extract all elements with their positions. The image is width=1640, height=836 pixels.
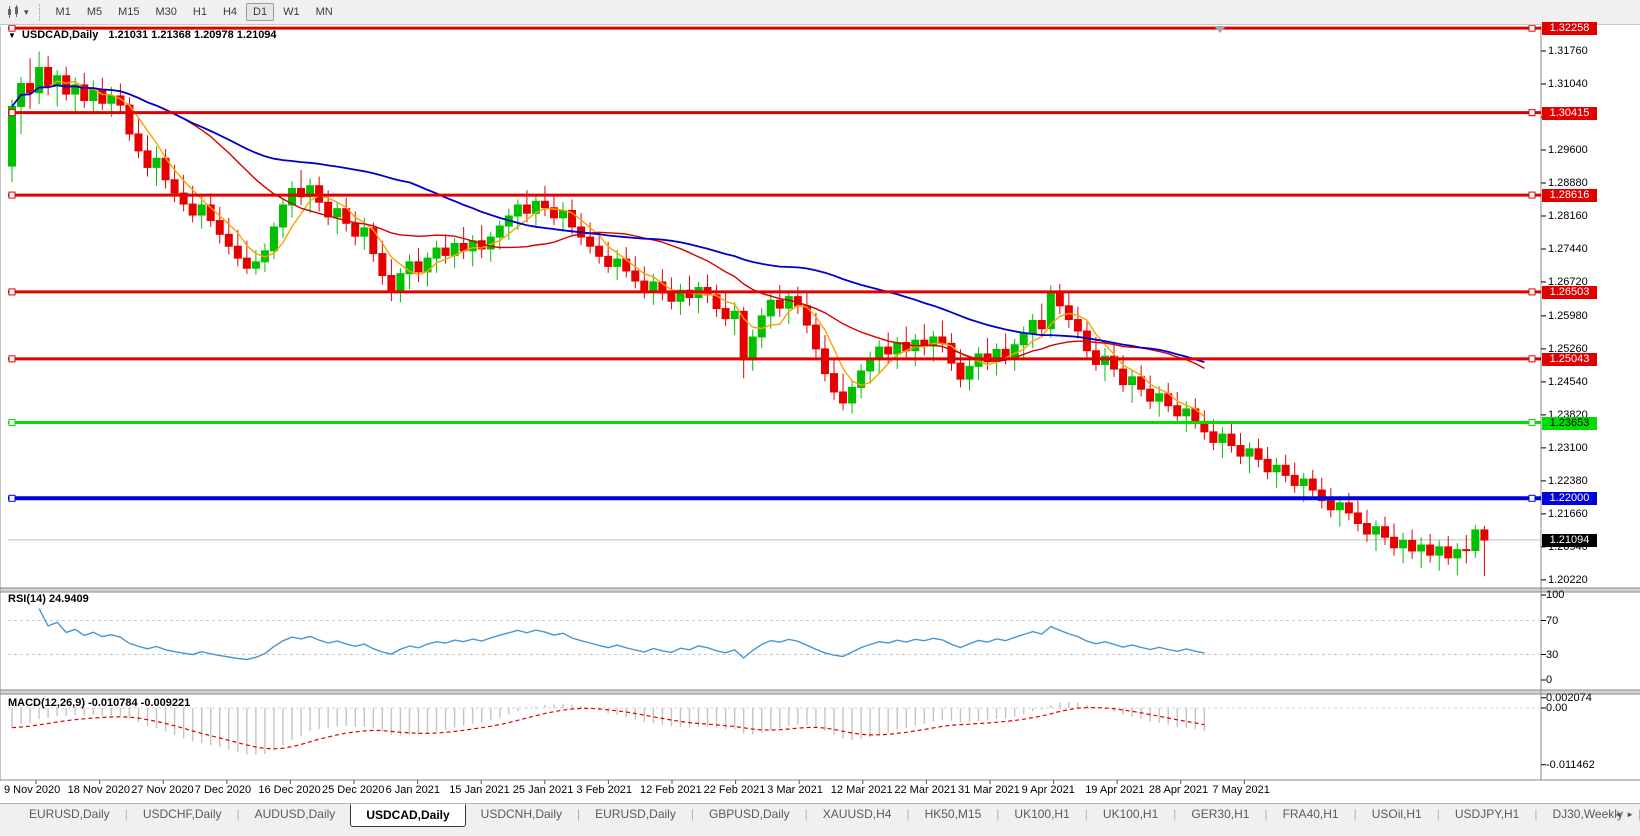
price-badge-level: 1.30415	[1542, 106, 1597, 120]
price-tick-label: 1.24540	[1548, 375, 1588, 388]
chart-tab-usdcnh-daily[interactable]: USDCNH,Daily	[466, 804, 577, 825]
timeframe-button-W1[interactable]: W1	[276, 3, 307, 21]
date-tick-label: 6 Jan 2021	[385, 784, 441, 796]
date-tick-label: 15 Jan 2021	[449, 784, 510, 796]
rsi-axis-label: 100	[1546, 589, 1565, 601]
price-tick-label: 1.25980	[1548, 309, 1588, 322]
timeframe-button-M30[interactable]: M30	[149, 3, 184, 21]
timeframe-button-MN[interactable]: MN	[309, 3, 340, 21]
chart-window: ▼ USDCAD,Daily 1.21031 1.21368 1.20978 1…	[0, 22, 1640, 803]
chart-ohlc-values: 1.21031 1.21368 1.20978 1.21094	[108, 29, 277, 41]
tab-scroll-left-icon[interactable]: ◄	[1614, 810, 1626, 819]
price-tick-label: 1.27440	[1548, 242, 1588, 255]
date-tick-label: 7 May 2021	[1212, 784, 1270, 796]
date-tick-label: 19 Apr 2021	[1085, 784, 1145, 796]
date-tick-label: 22 Feb 2021	[703, 784, 766, 796]
tab-scroll-right-icon[interactable]: ►	[1626, 810, 1638, 819]
chart-tab-usdcad-daily[interactable]: USDCAD,Daily	[350, 804, 466, 827]
chart-tab-ger30-h1[interactable]: GER30,H1	[1176, 804, 1264, 825]
price-tick-label: 1.28880	[1548, 176, 1588, 189]
chart-tab-eurusd-daily[interactable]: EURUSD,Daily	[14, 804, 125, 825]
date-tick-label: 28 Apr 2021	[1148, 784, 1209, 796]
chart-tab-bar: EURUSD,Daily | USDCHF,Daily | AUDUSD,Daily US…	[0, 803, 1640, 831]
rsi-indicator-label: RSI(14) 24.9409	[8, 593, 89, 605]
chart-tab-usoil-h1[interactable]: USOil,H1	[1357, 804, 1437, 825]
timeframe-button-M15[interactable]: M15	[111, 3, 146, 21]
timeframe-buttons-group: M1 M5 M15 M30 H1 H4 D1 W1 MN	[48, 3, 341, 21]
chart-dropdown-icon[interactable]: ▼	[8, 31, 16, 40]
price-badge-level: 1.23653	[1542, 416, 1597, 430]
tabs-container: EURUSD,Daily | USDCHF,Daily | AUDUSD,Daily US…	[0, 804, 1640, 827]
chart-tab-usdchf-daily[interactable]: USDCHF,Daily	[128, 804, 237, 825]
ma-line-mid	[11, 84, 1205, 370]
rsi-line	[38, 608, 1205, 661]
timeframe-button-H1[interactable]: H1	[186, 3, 214, 21]
ma-line-slow	[11, 84, 1205, 364]
date-tick-label: 12 Mar 2021	[830, 784, 893, 796]
rsi-axis-label: 0	[1546, 674, 1553, 686]
price-badge-level: 1.32258	[1542, 22, 1597, 36]
date-tick-label: 27 Nov 2020	[131, 784, 194, 796]
chart-tab-xauusd-h4[interactable]: XAUUSD,H4	[808, 804, 907, 825]
tab-scroll-arrows[interactable]: ◄►	[1614, 810, 1638, 819]
date-tick-label: 31 Mar 2021	[958, 784, 1020, 796]
chart-tab-eurusd-daily[interactable]: EURUSD,Daily	[580, 804, 691, 825]
macd-signal-line	[11, 706, 1205, 750]
date-tick-label: 3 Feb 2021	[576, 784, 633, 796]
timeframe-button-M1[interactable]: M1	[49, 3, 78, 21]
chart-tool-button[interactable]: ▾	[0, 4, 33, 20]
timeframe-button-D1[interactable]: D1	[246, 3, 275, 21]
rsi-axis-label: 30	[1546, 648, 1559, 661]
date-tick-label: 9 Apr 2021	[1021, 784, 1075, 796]
price-badge-level: 1.22000	[1542, 492, 1597, 506]
date-tick-label: 12 Feb 2021	[640, 784, 702, 796]
price-badge-level: 1.28616	[1542, 189, 1597, 203]
main-chart-canvas[interactable]	[0, 25, 1640, 803]
timeframe-button-H4[interactable]: H4	[216, 3, 244, 21]
price-badge-level: 1.25043	[1542, 352, 1597, 366]
macd-indicator-label: MACD(12,26,9) -0.010784 -0.009221	[8, 697, 191, 709]
price-tick-label: 1.29600	[1548, 143, 1588, 156]
macd-axis-label: 0.00	[1546, 702, 1568, 714]
chart-symbol-label: USDCAD,Daily	[21, 29, 99, 41]
chart-tab-hk50-m15[interactable]: HK50,M15	[910, 804, 997, 825]
date-tick-label: 18 Nov 2020	[67, 784, 130, 796]
chart-tab-gbpusd-daily[interactable]: GBPUSD,Daily	[694, 804, 805, 825]
candlestick-chart-icon	[8, 5, 18, 18]
timeframe-toolbar: ▾ M1 M5 M15 M30 H1 H4 D1 W1 MN	[0, 0, 1640, 25]
date-tick-label: 16 Dec 2020	[258, 784, 321, 796]
dropdown-caret-icon: ▾	[24, 6, 29, 17]
timeframe-button-M5[interactable]: M5	[80, 3, 109, 21]
price-tick-label: 1.31760	[1548, 45, 1588, 57]
status-strip	[0, 831, 1640, 836]
price-tick-label: 1.20220	[1548, 573, 1588, 586]
price-tick-label: 1.31040	[1548, 77, 1588, 90]
price-tick-label: 1.23100	[1548, 441, 1588, 454]
date-tick-label: 22 Mar 2021	[894, 784, 957, 796]
trading-platform-window: ▾ M1 M5 M15 M30 H1 H4 D1 W1 MN ▼ USDCAD,Daily 1.…	[0, 0, 1640, 836]
price-badge-level: 1.26503	[1542, 285, 1597, 299]
date-tick-label: 25 Dec 2020	[322, 784, 385, 796]
price-badge-current: 1.21094	[1542, 533, 1597, 547]
toolbar-separator	[38, 3, 40, 21]
chart-tab-audusd-daily[interactable]: AUDUSD,Daily	[240, 804, 351, 825]
price-tick-label: 1.22380	[1548, 474, 1588, 487]
macd-axis-label: -0.011462	[1546, 758, 1595, 771]
date-tick-label: 9 Nov 2020	[4, 784, 61, 796]
date-tick-label: 7 Dec 2020	[194, 784, 252, 796]
date-tick-label: 25 Jan 2021	[512, 784, 574, 796]
price-tick-label: 1.28160	[1548, 209, 1588, 222]
date-tick-label: 3 Mar 2021	[767, 784, 823, 796]
chart-tab-usdjpy-h1[interactable]: USDJPY,H1	[1440, 804, 1534, 825]
chart-tab-uk100-h1[interactable]: UK100,H1	[1088, 804, 1173, 825]
chart-tab-fra40-h1[interactable]: FRA40,H1	[1268, 804, 1354, 825]
rsi-axis-label: 70	[1546, 614, 1559, 627]
chart-tab-uk100-h1[interactable]: UK100,H1	[999, 804, 1084, 825]
chart-title: ▼ USDCAD,Daily 1.21031 1.21368 1.20978 1…	[8, 29, 277, 41]
price-tick-label: 1.21660	[1548, 507, 1588, 520]
